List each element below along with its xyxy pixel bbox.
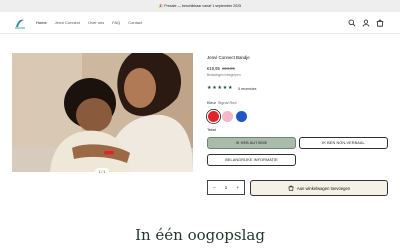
- brand-logo-icon[interactable]: [14, 18, 26, 29]
- tax-note: Belastingen inbegrepen.: [207, 72, 242, 77]
- cart-add-icon: [288, 185, 294, 191]
- compare-price: €24,95: [221, 66, 235, 71]
- qty-value[interactable]: 1: [225, 185, 227, 190]
- nav-faq[interactable]: FAQ: [112, 20, 120, 25]
- star-icon: ★: [217, 85, 223, 91]
- color-label: Kleur: [207, 101, 216, 105]
- announcement-text: 🎉 Presale — beschikbaar vanaf 1 septembe…: [158, 4, 242, 8]
- star-icon: ★: [212, 85, 217, 91]
- nav-contact[interactable]: Contact: [128, 20, 142, 25]
- product-title: Jenvi Connect Bandje: [207, 55, 250, 60]
- sale-price: €19,95: [207, 66, 220, 71]
- quantity-stepper: − 1 +: [207, 180, 245, 195]
- search-icon[interactable]: [348, 19, 356, 27]
- announcement-bar: 🎉 Presale — beschikbaar vanaf 1 septembe…: [0, 0, 400, 12]
- swatch-blue[interactable]: [236, 111, 247, 122]
- product-price: €19,95 €24,95: [207, 66, 235, 71]
- account-icon[interactable]: [362, 19, 370, 27]
- star-icon: ★: [228, 85, 233, 91]
- review-count[interactable]: 5 recensies: [238, 87, 256, 91]
- option-label: IK BEN NON-VERBAAL: [322, 141, 365, 145]
- color-label-row: Kleur Signal Red: [207, 101, 236, 105]
- option-label: BELANGRIJKE INFORMATIE: [225, 158, 278, 162]
- qty-minus-button[interactable]: −: [213, 185, 216, 190]
- star-icon: ★: [207, 85, 212, 91]
- text-label: Tekst: [207, 128, 216, 132]
- nav-jenvi-connect[interactable]: Jenvi Connect: [55, 20, 80, 25]
- nav-home[interactable]: Home: [36, 20, 47, 25]
- section-heading: In één oogopslag: [135, 226, 265, 244]
- image-counter: 1 / 1: [95, 168, 109, 175]
- swatch-pink[interactable]: [222, 111, 233, 122]
- star-icon: ★: [222, 85, 228, 91]
- mother-child-photo: [12, 53, 193, 172]
- option-ik-ben-non-verbaal[interactable]: IK BEN NON-VERBAAL: [299, 137, 388, 149]
- rating-stars: ★ ★ ★ ★ ★: [207, 85, 233, 91]
- option-belangrijke-informatie[interactable]: BELANGRIJKE INFORMATIE: [207, 154, 296, 166]
- product-image[interactable]: [12, 53, 193, 172]
- qty-plus-button[interactable]: +: [236, 185, 239, 190]
- image-counter-text: 1 / 1: [98, 169, 106, 174]
- option-label: IK HEB AUTISME: [235, 141, 268, 145]
- color-selected-value: Signal Red: [217, 101, 237, 105]
- main-nav: Home Jenvi Connect Over ons FAQ Contact: [36, 20, 142, 25]
- swatch-signal-red[interactable]: [208, 111, 219, 122]
- cart-icon[interactable]: [376, 19, 384, 27]
- site-header: Home Jenvi Connect Over ons FAQ Contact: [0, 12, 400, 34]
- nav-over-ons[interactable]: Over ons: [88, 20, 104, 25]
- option-ik-heb-autisme[interactable]: IK HEB AUTISME: [207, 137, 296, 149]
- add-to-cart-label: Aan winkelwagen toevoegen: [296, 185, 351, 191]
- add-to-cart-button[interactable]: Aan winkelwagen toevoegen: [250, 180, 388, 196]
